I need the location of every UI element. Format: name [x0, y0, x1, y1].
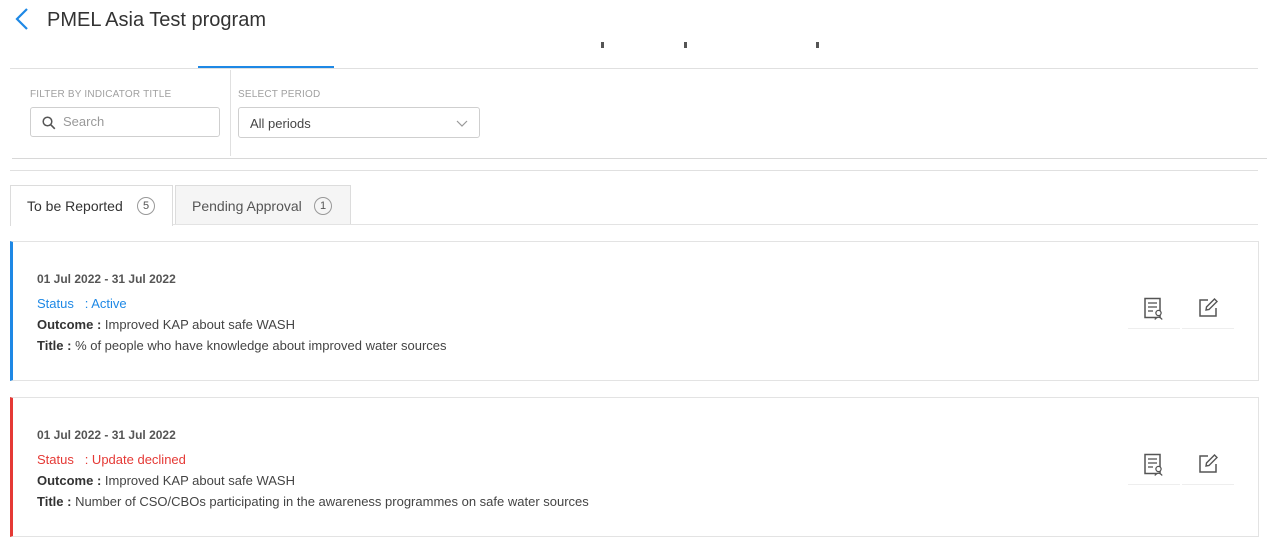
count-badge: 5 [137, 197, 155, 215]
indicator-search-box[interactable] [30, 107, 220, 137]
tab-bar-divider [10, 68, 1258, 69]
filter-divider [230, 70, 231, 156]
title-line: Title : % of people who have knowledge a… [37, 338, 447, 353]
filter-bottom-divider [12, 158, 1267, 159]
page-header: PMEL Asia Test program [0, 0, 1277, 46]
status-line: Status : Active [37, 296, 127, 311]
back-arrow-icon[interactable] [12, 6, 34, 34]
report-icon [1144, 453, 1163, 476]
status-value: : Update declined [84, 452, 186, 467]
tab-bar-remnant [601, 42, 604, 48]
chevron-down-icon [456, 117, 468, 127]
edit-button[interactable] [1182, 288, 1234, 329]
reporting-period: 01 Jul 2022 - 31 Jul 2022 [37, 272, 176, 286]
title-value: Number of CSO/CBOs participating in the … [75, 494, 589, 509]
indicator-card: 01 Jul 2022 - 31 Jul 2022 Status : Activ… [10, 241, 1259, 381]
title-key: Title : [37, 338, 72, 353]
title-key: Title : [37, 494, 72, 509]
reporting-period: 01 Jul 2022 - 31 Jul 2022 [37, 428, 176, 442]
status-key: Status [37, 452, 74, 467]
tabs-baseline [10, 224, 1258, 225]
status-line: Status : Update declined [37, 452, 186, 467]
outcome-line: Outcome : Improved KAP about safe WASH [37, 473, 295, 488]
view-report-button[interactable] [1128, 288, 1180, 329]
page-title: PMEL Asia Test program [47, 9, 266, 31]
outcome-key: Outcome : [37, 317, 102, 332]
tab-pending-approval[interactable]: Pending Approval 1 [175, 185, 351, 225]
period-filter-label: SELECT PERIOD [238, 89, 321, 100]
tab-label: To be Reported [27, 198, 123, 214]
search-icon [42, 116, 56, 130]
search-input[interactable] [61, 113, 215, 130]
title-line: Title : Number of CSO/CBOs participating… [37, 494, 589, 509]
tab-to-be-reported[interactable]: To be Reported 5 [10, 185, 173, 226]
period-select[interactable]: All periods [238, 107, 480, 138]
edit-icon [1199, 298, 1218, 317]
status-key: Status [37, 296, 74, 311]
outcome-value: Improved KAP about safe WASH [104, 473, 295, 488]
count-badge: 1 [314, 197, 332, 215]
tab-bar-remnant [684, 42, 687, 48]
outcome-line: Outcome : Improved KAP about safe WASH [37, 317, 295, 332]
section-divider [10, 170, 1258, 171]
period-select-value: All periods [250, 116, 311, 131]
outcome-key: Outcome : [37, 473, 102, 488]
tab-bar-remnant [816, 42, 819, 48]
status-value: : Active [84, 296, 127, 311]
edit-button[interactable] [1182, 444, 1234, 485]
edit-icon [1199, 454, 1218, 473]
title-value: % of people who have knowledge about imp… [75, 338, 447, 353]
report-icon [1144, 297, 1163, 320]
indicator-card: 01 Jul 2022 - 31 Jul 2022 Status : Updat… [10, 397, 1259, 537]
tab-label: Pending Approval [192, 198, 302, 214]
view-report-button[interactable] [1128, 444, 1180, 485]
outcome-value: Improved KAP about safe WASH [104, 317, 295, 332]
indicator-filter-label: FILTER BY INDICATOR TITLE [30, 89, 172, 100]
